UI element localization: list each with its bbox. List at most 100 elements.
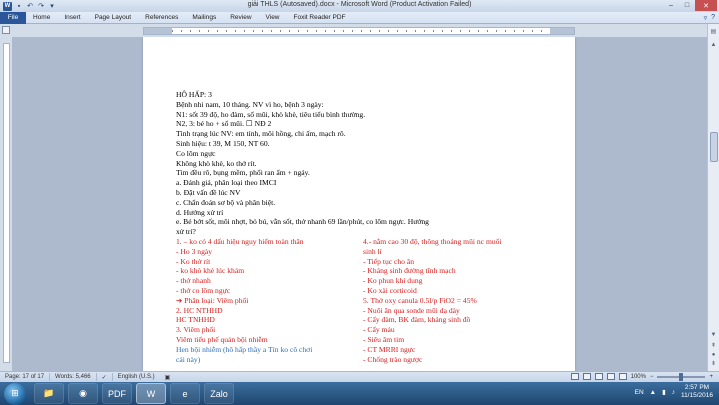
window-controls: – □ ✕ <box>663 0 717 11</box>
taskbar-word-icon[interactable]: W <box>136 383 166 404</box>
volume-icon[interactable]: ♪ <box>672 389 675 396</box>
status-bar: Page: 17 of 17 Words: 5,466 ✓ English (U… <box>0 371 719 382</box>
tab-insert[interactable]: Insert <box>57 12 87 24</box>
word-count[interactable]: Words: 5,466 <box>50 372 96 383</box>
print-layout-view-icon[interactable] <box>570 373 579 380</box>
answer-line: - ko khò khè lúc khám <box>176 266 245 276</box>
taskbar-chrome-icon[interactable]: ◉ <box>68 383 98 404</box>
ribbon-right-controls: ▿ ? <box>704 14 715 22</box>
answer-line: - Nuôi ăn qua sonde mũi dạ dày <box>363 305 460 315</box>
quick-access-toolbar: W ▪ ↶ ↷ ▾ <box>0 0 56 12</box>
outline-view-icon[interactable] <box>606 373 615 380</box>
draft-view-icon[interactable] <box>618 373 627 380</box>
page-count[interactable]: Page: 17 of 17 <box>0 372 49 383</box>
answer-line: - Cấy đàm, BK đàm, kháng sinh đồ <box>363 315 471 325</box>
tab-view[interactable]: View <box>259 12 287 24</box>
taskbar-zalo-icon[interactable]: Zalo <box>204 383 234 404</box>
answer-line: - Ko thở rít <box>176 256 211 266</box>
tab-file[interactable]: File <box>0 11 26 24</box>
zoom-in-icon[interactable]: + <box>709 374 713 380</box>
answer-line: - Ko xài corticoid <box>363 285 417 295</box>
tab-foxit-reader-pdf[interactable]: Foxit Reader PDF <box>287 12 353 24</box>
taskbar-ie-icon[interactable]: e <box>170 383 200 404</box>
minimize-button[interactable]: – <box>663 0 679 11</box>
answer-line: 1. – ko có 4 dấu hiệu nguy hiểm toàn thâ… <box>176 236 304 246</box>
doc-line: e. Bé bớt sốt, môi nhợt, bỏ bú, vẫn sốt,… <box>176 217 429 227</box>
redo-icon[interactable]: ↷ <box>37 2 45 10</box>
tab-page-layout[interactable]: Page Layout <box>88 12 139 24</box>
scroll-up-icon[interactable]: ▲ <box>709 40 718 49</box>
browse-object-icon[interactable]: ● <box>709 350 718 359</box>
answer-line: - Ko phun khí dung <box>363 276 423 286</box>
taskbar: ⊞ 📁 ◉ PDF W e Zalo EN ▲ ▮ ♪ 2:57 PM 11/1… <box>0 382 719 405</box>
answer-line: - Siêu âm tim <box>363 334 405 344</box>
save-icon[interactable]: ▪ <box>15 2 23 10</box>
full-screen-view-icon[interactable] <box>582 373 591 380</box>
customize-toolbar-icon[interactable]: ▾ <box>48 2 56 10</box>
doc-line: HÔ HẤP: 3 <box>176 90 212 99</box>
ruler-toggle-icon[interactable]: ▤ <box>709 27 718 36</box>
input-language[interactable]: EN <box>635 389 644 396</box>
network-icon[interactable]: ▮ <box>662 388 666 396</box>
answer-column-right: 4.- nằm cao 30 độ, thông thoáng mũi nc m… <box>363 237 536 364</box>
doc-line: d. Hướng xử trí <box>176 207 224 217</box>
zoom-slider-thumb[interactable] <box>679 372 684 381</box>
doc-line: Co lõm ngực <box>176 148 216 158</box>
doc-line: N2, 3: bé ho + sổ mũi. ☐ NĐ 2 <box>176 119 272 129</box>
doc-line: N1: sốt 39 độ, ho đàm, sổ mũi, khò khè, … <box>176 109 366 119</box>
tab-home[interactable]: Home <box>26 12 57 24</box>
answer-line: - Ho 3 ngày <box>176 246 213 256</box>
answer-line: ➔ Phân loại: Viêm phổi <box>176 295 249 305</box>
status-right-controls: 100% − + <box>570 372 713 381</box>
clock[interactable]: 2:57 PM 11/15/2016 <box>681 384 713 400</box>
taskbar-folder-icon[interactable]: 📁 <box>34 383 64 404</box>
clock-date: 11/15/2016 <box>680 392 713 399</box>
answer-line: Viêm tiểu phế quản bội nhiễm <box>176 334 268 344</box>
vertical-scrollbar[interactable]: ▤ ▲ ▼ ⇞ ● ⇟ <box>707 24 719 371</box>
answer-line: - Kháng sinh đường tĩnh mạch <box>363 266 456 276</box>
tab-mailings[interactable]: Mailings <box>185 12 223 24</box>
answer-line: Hen bội nhiễm (hô hấp thầy a Tín ko cô c… <box>176 344 313 354</box>
expand-ribbon-icon[interactable]: ▿ <box>704 14 708 22</box>
doc-line: Bệnh nhi nam, 10 tháng. NV vì ho, bệnh 3… <box>176 99 324 109</box>
ruler-left-margin <box>144 28 172 34</box>
answer-line: - Chống trào ngược <box>363 354 423 364</box>
answer-line: - Cấy máu <box>363 325 395 335</box>
web-layout-view-icon[interactable] <box>594 373 603 380</box>
doc-line: a. Đánh giá, phân loại theo IMCI <box>176 178 277 188</box>
scroll-down-icon[interactable]: ▼ <box>709 330 718 339</box>
language-indicator[interactable]: English (U.S.) <box>113 372 160 383</box>
previous-page-icon[interactable]: ⇞ <box>709 341 718 350</box>
close-button[interactable]: ✕ <box>695 0 717 11</box>
start-button[interactable]: ⊞ <box>4 382 26 405</box>
ruler-ticks <box>172 28 550 34</box>
scrollbar-thumb[interactable] <box>710 132 718 162</box>
zoom-level[interactable]: 100% <box>631 374 646 380</box>
document-page[interactable]: HÔ HẤP: 3 Bệnh nhi nam, 10 tháng. NV vì … <box>143 37 575 371</box>
taskbar-pdf-icon[interactable]: PDF <box>102 383 132 404</box>
macro-record-icon[interactable]: ▣ <box>160 372 176 383</box>
horizontal-ruler[interactable] <box>143 27 575 35</box>
answer-line: 2. HC NTHHD <box>176 305 223 315</box>
next-page-icon[interactable]: ⇟ <box>709 359 718 368</box>
zoom-out-icon[interactable]: − <box>650 374 654 380</box>
taskbar-apps: 📁 ◉ PDF W e Zalo <box>34 383 234 404</box>
show-hidden-icons-icon[interactable]: ▲ <box>650 389 656 396</box>
tab-selector-button[interactable] <box>2 26 10 34</box>
vertical-ruler[interactable] <box>0 37 12 371</box>
tab-review[interactable]: Review <box>223 12 258 24</box>
title-bar: W ▪ ↶ ↷ ▾ giải THLS (Autosaved).docx - M… <box>0 0 719 12</box>
zoom-slider[interactable] <box>657 372 706 381</box>
answer-line: 5. Thở oxy canula 0.5l/p FiO2 = 45% <box>363 295 477 305</box>
maximize-button[interactable]: □ <box>679 0 695 11</box>
doc-line: Tình trạng lúc NV: em tỉnh, môi hồng, ch… <box>176 129 346 139</box>
word-logo-icon[interactable]: W <box>3 1 12 11</box>
document-content[interactable]: HÔ HẤP: 3 Bệnh nhi nam, 10 tháng. NV vì … <box>176 90 536 364</box>
spell-check-icon[interactable]: ✓ <box>97 372 112 383</box>
doc-line: c. Chẩn đoán sơ bộ và phân biệt. <box>176 197 276 207</box>
undo-icon[interactable]: ↶ <box>26 2 34 10</box>
answer-line: 3. Viêm phổi <box>176 325 216 335</box>
help-icon[interactable]: ? <box>711 14 715 22</box>
tab-references[interactable]: References <box>138 12 185 24</box>
answer-column-left: 1. – ko có 4 dấu hiệu nguy hiểm toàn thâ… <box>176 237 363 364</box>
